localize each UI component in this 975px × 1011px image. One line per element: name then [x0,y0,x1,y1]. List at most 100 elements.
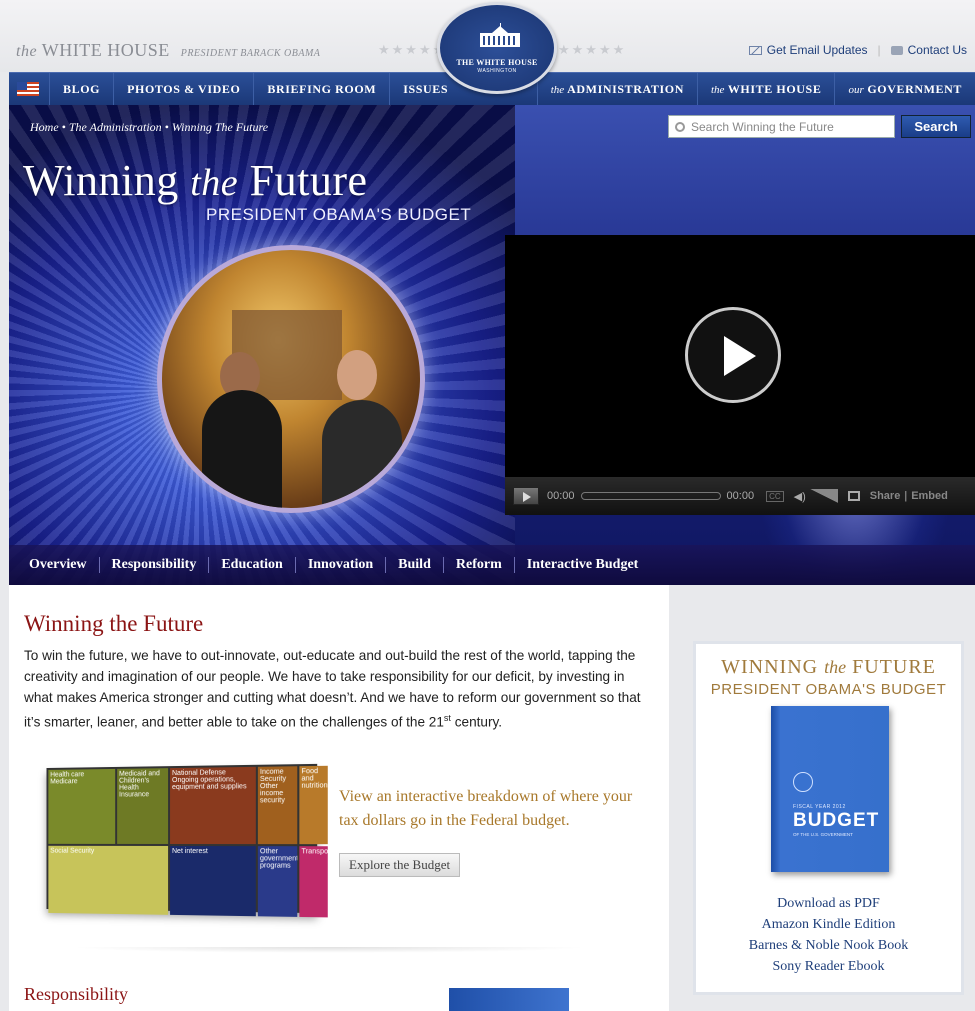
budget-cta-text[interactable]: View an interactive breakdown of where y… [339,785,649,833]
seal-title: THE WHITE HOUSE [456,58,538,67]
treemap-cell: Health care Medicare [48,768,116,844]
tab-reform[interactable]: Reform [442,557,514,573]
tab-education[interactable]: Education [208,557,294,573]
treemap-cell: Medicaid and Children's Health Insurance [117,768,169,844]
treemap-cell: Other government programs [257,846,298,917]
book-title: BUDGET [793,810,880,831]
omb-seal-icon [793,772,813,792]
white-house-icon [480,23,520,47]
nav-briefing-room[interactable]: BRIEFING ROOM [253,72,389,106]
email-updates-link[interactable]: Get Email Updates [748,43,868,57]
treemap-cell: National Defense Ongoing operations, equ… [170,766,256,845]
budget-book-cover[interactable]: FISCAL YEAR 2012 BUDGET OF THE U.S. GOVE… [771,706,889,872]
brand-subtitle: PRESIDENT BARACK OBAMA [180,48,321,59]
book-subtitle: OF THE U.S. GOVERNMENT [793,832,853,837]
treemap-cell: Income Security Other income security [257,766,298,845]
treemap-cell: Social Security [48,845,169,915]
hero-title-part: Future [238,156,368,205]
hero-subtitle: PRESIDENT OBAMA'S BUDGET [206,205,472,224]
search-icon [675,121,685,132]
play-overlay-button[interactable] [685,307,781,403]
speech-bubble-icon [890,46,903,55]
email-updates-label: Get Email Updates [766,43,868,57]
intro-text-end: century. [454,714,503,730]
search-placeholder: Search Winning the Future [691,119,834,134]
search-input[interactable]: Search Winning the Future [668,115,895,138]
total-time: 00:00 [726,490,755,502]
contact-label: Contact Us [907,43,967,57]
tab-overview[interactable]: Overview [17,557,99,573]
seal-subtitle: WASHINGTON [477,68,517,74]
photo-figure [337,350,377,400]
responsibility-heading: Responsibility [24,984,129,1004]
explore-budget-button[interactable]: Explore the Budget [339,853,461,877]
search-form: Search Winning the Future Search [668,115,971,138]
download-links: Download as PDF Amazon Kindle Edition Ba… [696,893,961,977]
closed-captions-button[interactable]: CC [766,490,784,502]
nav-prefix: the [550,83,565,96]
site-brand[interactable]: the WHITE HOUSE PRESIDENT BARACK OBAMA [16,40,320,61]
hero-title-part: Winning [23,156,191,205]
treemap-cell: Transportation [299,846,328,918]
tab-innovation[interactable]: Innovation [294,557,385,573]
nav-label: GOVERNMENT [867,81,962,96]
nav-blog[interactable]: BLOG [49,72,113,106]
budget-treemap-thumbnail[interactable]: Health care Medicare Medicaid and Childre… [46,763,328,918]
volume-slider[interactable] [809,489,838,503]
nav-photos-video[interactable]: PHOTOS & VIDEO [113,72,253,106]
tab-interactive-budget[interactable]: Interactive Budget [513,557,651,573]
contact-link[interactable]: Contact Us [890,43,967,57]
utility-links: Get Email Updates | Contact Us [748,43,967,57]
panel-title: WINNING the FUTURE [696,656,961,679]
play-button[interactable] [513,487,539,505]
stars-right: ★★★★★ [558,42,627,57]
nav-administration[interactable]: the ADMINISTRATION [536,72,697,106]
panel-title-italic: the [824,657,847,677]
nav-label: ADMINISTRATION [567,81,684,96]
share-button[interactable]: Share [870,490,901,502]
brand-name: WHITE HOUSE [41,40,170,60]
photo-figure [202,390,282,508]
link-separator: | [877,43,881,57]
nav-prefix: our [848,83,864,96]
nav-white-house[interactable]: the WHITE HOUSE [696,72,834,106]
hero-title-italic: the [190,162,239,204]
hero-photo [157,245,425,513]
tab-responsibility[interactable]: Responsibility [98,557,209,573]
nav-prefix: the [710,83,725,96]
white-house-seal[interactable]: THE WHITE HOUSE WASHINGTON [437,2,557,94]
treemap-cell: Net interest [170,845,256,917]
video-player[interactable]: 00:00 00:00 CC ◀) Share | Embed [505,235,975,515]
hero-title: Winning the Future [23,155,368,206]
kindle-link[interactable]: Amazon Kindle Edition [696,914,961,935]
breadcrumb[interactable]: Home • The Administration • Winning The … [30,120,268,135]
panel-title-part: WINNING [721,656,825,678]
player-controls: 00:00 00:00 CC ◀) Share | Embed [505,477,975,515]
fullscreen-icon[interactable] [847,491,860,501]
budget-book-thumbnail [449,988,569,1011]
section-nav: Overview Responsibility Education Innova… [9,545,975,585]
hero-banner: Home • The Administration • Winning The … [9,105,975,585]
download-pdf-link[interactable]: Download as PDF [696,893,961,914]
nook-link[interactable]: Barnes & Noble Nook Book [696,935,961,956]
sony-reader-link[interactable]: Sony Reader Ebook [696,956,961,977]
tab-build[interactable]: Build [385,557,443,573]
envelope-icon [748,46,762,55]
intro-superscript: st [443,713,451,723]
search-button[interactable]: Search [901,115,971,138]
main-content: Winning the Future To win the future, we… [9,585,669,1011]
treemap-cell: Food and nutrition [299,765,328,845]
panel-subtitle: PRESIDENT OBAMA'S BUDGET [710,681,947,698]
nav-government[interactable]: our GOVERNMENT [834,72,975,106]
nav-right-group: the ADMINISTRATION the WHITE HOUSE our G… [536,72,975,106]
brand-the: the [16,43,38,60]
budget-book-panel: WINNING the FUTURE PRESIDENT OBAMA'S BUD… [693,641,964,995]
embed-button[interactable]: Embed [911,490,948,502]
seek-bar[interactable] [580,492,721,500]
nav-label: WHITE HOUSE [727,81,822,96]
stars-left: ★★★★★ [378,42,447,57]
speaker-icon[interactable]: ◀) [794,490,806,503]
share-embed-separator: | [904,490,908,502]
photo-figure [322,400,402,508]
intro-paragraph: To win the future, we have to out-innova… [24,645,654,733]
